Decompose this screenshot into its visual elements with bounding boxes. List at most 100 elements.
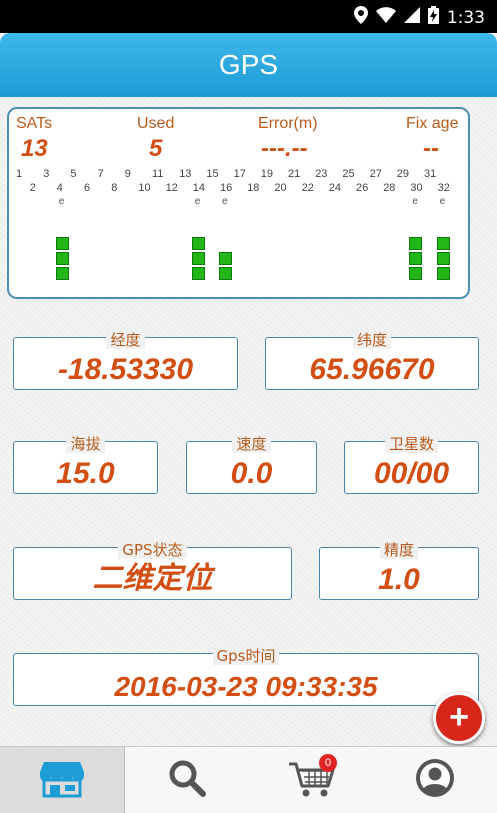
longitude-value: -18.53330 (57, 353, 194, 386)
signal-bar-prn-32 (436, 252, 450, 265)
prn-label-17: 17 (233, 168, 246, 180)
prn-label-9: 9 (124, 168, 131, 180)
prn-label-20: 20 (274, 182, 287, 194)
snr-value: 0 (29, 284, 36, 296)
cart-badge: 0 (319, 754, 337, 772)
signal-bar-prn-30 (409, 237, 423, 250)
store-icon (40, 758, 84, 803)
nav-profile[interactable] (373, 747, 497, 813)
signal-bar-prn-32 (436, 267, 450, 280)
prn-label-7: 7 (97, 168, 104, 180)
longitude-label: 经度 (106, 331, 145, 349)
nav-store[interactable] (0, 747, 125, 813)
status-bar: 1:33 (0, 0, 497, 33)
sats-value: 13 (21, 135, 48, 162)
nav-cart[interactable] (249, 747, 373, 813)
error-label: Error(m) (258, 115, 318, 132)
gps-time-field: Gps时间 2016-03-23 09:33:35 (13, 647, 479, 706)
gps-time-value: 2016-03-23 09:33:35 (114, 671, 378, 702)
satellites-label: 卫星数 (384, 435, 438, 453)
add-button[interactable]: + (433, 692, 485, 744)
ephemeris-mark: e (439, 196, 446, 207)
accuracy-label: 精度 (379, 541, 418, 559)
prn-label-15: 15 (206, 168, 219, 180)
search-icon (167, 758, 207, 803)
signal-bar-prn-14 (191, 267, 205, 280)
prn-label-4: 4 (56, 182, 63, 194)
prn-label-18: 18 (247, 182, 260, 194)
snr-value: 25 (437, 284, 450, 296)
fix-age-label: Fix age (406, 115, 459, 132)
prn-label-29: 29 (396, 168, 410, 180)
prn-label-5: 5 (70, 168, 77, 180)
snr-value: 24 (56, 284, 70, 296)
signal-bar-prn-30 (409, 267, 423, 280)
signal-bar-prn-32 (436, 237, 450, 250)
gps-time-label: Gps时间 (212, 647, 280, 665)
signal-bar-prn-14 (191, 252, 205, 265)
gps-status-value: 二维定位 (92, 562, 213, 595)
prn-label-6: 6 (84, 182, 91, 194)
bottom-nav: 0 (0, 746, 497, 813)
speed-label: 速度 (232, 435, 271, 453)
altitude-label: 海拔 (66, 435, 105, 453)
satellites-value: 00/00 (373, 457, 450, 490)
snr-value: 0 (111, 284, 118, 296)
prn-label-19: 19 (260, 168, 274, 180)
snr-value: 0 (16, 284, 23, 296)
prn-label-30: 30 (410, 182, 423, 194)
prn-label-28: 28 (383, 182, 396, 194)
used-label: Used (137, 115, 175, 132)
latitude-value: 65.96670 (309, 353, 435, 386)
altitude-value: 15.0 (56, 457, 115, 490)
snr-value: 0 (152, 284, 159, 296)
prn-label-31: 31 (424, 168, 437, 180)
signal-icon (403, 7, 420, 29)
prn-label-22: 22 (301, 182, 314, 194)
satellites-field: 卫星数 00/00 (344, 435, 479, 494)
nav-search[interactable] (125, 747, 249, 813)
fix-age-value: -- (423, 135, 439, 162)
ephemeris-mark: e (58, 196, 65, 207)
accuracy-value: 1.0 (378, 563, 420, 596)
signal-bar-prn-16 (219, 252, 232, 265)
accuracy-field: 精度 1.0 (319, 541, 479, 600)
location-icon (353, 6, 368, 30)
prn-label-3: 3 (43, 168, 50, 180)
wifi-icon (375, 7, 396, 29)
latitude-field: 纬度 65.96670 (265, 331, 479, 390)
profile-icon (414, 757, 456, 804)
used-value: 5 (149, 135, 163, 162)
prn-label-21: 21 (288, 168, 301, 180)
gps-status-field: GPS状态 二维定位 (13, 541, 292, 600)
satellite-panel: SATs Used Error(m) Fix age 13 5 ---.-- -… (7, 107, 470, 299)
prn-label-13: 13 (179, 168, 192, 180)
prn-label-32: 32 (437, 182, 450, 194)
prn-label-24: 24 (328, 182, 342, 194)
status-time: 1:33 (446, 8, 485, 28)
prn-label-10: 10 (138, 182, 151, 194)
title-bar: GPS (0, 33, 497, 97)
speed-value: 0.0 (230, 457, 273, 490)
latitude-label: 纬度 (352, 331, 391, 349)
speed-field: 速度 0.0 (186, 435, 317, 494)
signal-bar-prn-30 (409, 252, 423, 265)
snr-value: 12 (220, 284, 233, 296)
ephemeris-mark: e (194, 196, 201, 207)
prn-label-23: 23 (315, 168, 328, 180)
snr-value: 0 (43, 284, 50, 296)
prn-label-14: 14 (192, 182, 206, 194)
snr-value: 23 (192, 284, 206, 296)
prn-label-25: 25 (342, 168, 355, 180)
battery-icon (427, 6, 439, 30)
snr-value: 23 (410, 284, 423, 296)
signal-bar-prn-4 (55, 237, 69, 250)
snr-value: 0 (124, 284, 131, 296)
signal-bar-prn-14 (191, 237, 205, 250)
sats-label: SATs (16, 115, 53, 132)
signal-bar-prn-4 (55, 267, 69, 280)
snr-value: 0 (138, 284, 145, 296)
altitude-field: 海拔 15.0 (13, 435, 158, 494)
signal-bar-prn-4 (55, 252, 69, 265)
prn-label-12: 12 (165, 182, 178, 194)
